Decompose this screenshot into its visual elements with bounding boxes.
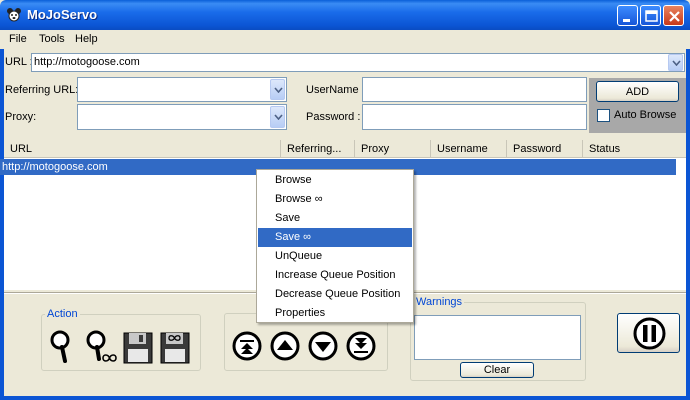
column-header-password[interactable]: Password: [507, 140, 583, 158]
url-combobox[interactable]: http://motogoose.com: [31, 53, 685, 72]
column-header-proxy[interactable]: Proxy: [355, 140, 431, 158]
floppy-disk-infinity-icon[interactable]: [160, 332, 190, 364]
menu-help[interactable]: Help: [75, 33, 98, 45]
clear-button[interactable]: Clear: [460, 362, 534, 378]
context-menu-browse[interactable]: Browse: [258, 171, 412, 190]
move-bottom-icon[interactable]: [346, 331, 376, 361]
password-label: Password :: [306, 111, 361, 123]
table-header: URL Referring... Proxy Username Password…: [4, 140, 686, 158]
username-input[interactable]: [362, 77, 587, 102]
minimize-icon: [623, 19, 630, 22]
move-top-icon[interactable]: [232, 331, 262, 361]
context-menu-unqueue[interactable]: UnQueue: [258, 247, 412, 266]
chevron-down-icon: [672, 59, 681, 66]
magnifier-icon[interactable]: [49, 330, 75, 364]
window-title: MoJoServo: [27, 7, 98, 22]
minimize-button[interactable]: [617, 5, 638, 26]
window-border-right: [686, 30, 690, 400]
menu-bar: File Tools Help: [0, 30, 690, 49]
referring-url-label: Referring URL:: [5, 84, 79, 96]
pause-button[interactable]: [617, 313, 680, 353]
context-menu-properties[interactable]: Properties: [258, 304, 412, 323]
proxy-label: Proxy:: [5, 111, 37, 123]
password-input[interactable]: [362, 104, 587, 130]
referring-url-dropdown-button[interactable]: [270, 79, 285, 100]
context-menu-increase-queue-position[interactable]: Increase Queue Position: [258, 266, 412, 285]
column-header-url[interactable]: URL: [4, 140, 281, 158]
magnifier-infinity-icon[interactable]: [86, 330, 118, 364]
chevron-down-icon: [274, 114, 283, 120]
context-menu: Browse Browse ∞ Save Save ∞ UnQueue Incr…: [256, 169, 414, 323]
url-value: http://motogoose.com: [34, 56, 140, 68]
column-header-username[interactable]: Username: [431, 140, 507, 158]
add-button[interactable]: ADD: [596, 81, 679, 102]
maximize-icon: [645, 10, 658, 22]
url-label: URL :: [5, 56, 33, 68]
column-header-referring[interactable]: Referring...: [281, 140, 355, 158]
chevron-down-icon: [274, 86, 283, 93]
app-icon: [7, 8, 21, 22]
context-menu-save[interactable]: Save: [258, 209, 412, 228]
menu-file[interactable]: File: [9, 33, 27, 45]
maximize-button[interactable]: [640, 5, 661, 26]
username-label: UserName :: [306, 84, 365, 96]
close-button[interactable]: [663, 5, 684, 26]
title-bar[interactable]: MoJoServo: [0, 0, 690, 30]
action-group-title: Action: [45, 308, 80, 320]
auto-browse-label: Auto Browse: [614, 109, 677, 121]
context-menu-decrease-queue-position[interactable]: Decrease Queue Position: [258, 285, 412, 304]
url-dropdown-button[interactable]: [668, 54, 683, 71]
referring-url-combobox[interactable]: [77, 77, 287, 102]
proxy-dropdown-button[interactable]: [270, 106, 285, 128]
column-header-status[interactable]: Status: [583, 140, 686, 158]
close-icon: [669, 11, 680, 22]
warnings-group-title: Warnings: [414, 296, 465, 308]
window-border-bottom: [0, 396, 690, 400]
move-down-icon[interactable]: [308, 331, 338, 361]
row-url: http://motogoose.com: [2, 161, 108, 173]
warnings-text-area[interactable]: [414, 315, 581, 360]
proxy-combobox[interactable]: [77, 104, 287, 130]
auto-browse-checkbox[interactable]: [597, 109, 610, 122]
move-up-icon[interactable]: [270, 331, 300, 361]
menu-tools[interactable]: Tools: [39, 33, 65, 45]
context-menu-save-infinite[interactable]: Save ∞: [258, 228, 412, 247]
pause-icon: [633, 317, 666, 350]
context-menu-browse-infinite[interactable]: Browse ∞: [258, 190, 412, 209]
floppy-disk-icon[interactable]: [123, 332, 153, 364]
